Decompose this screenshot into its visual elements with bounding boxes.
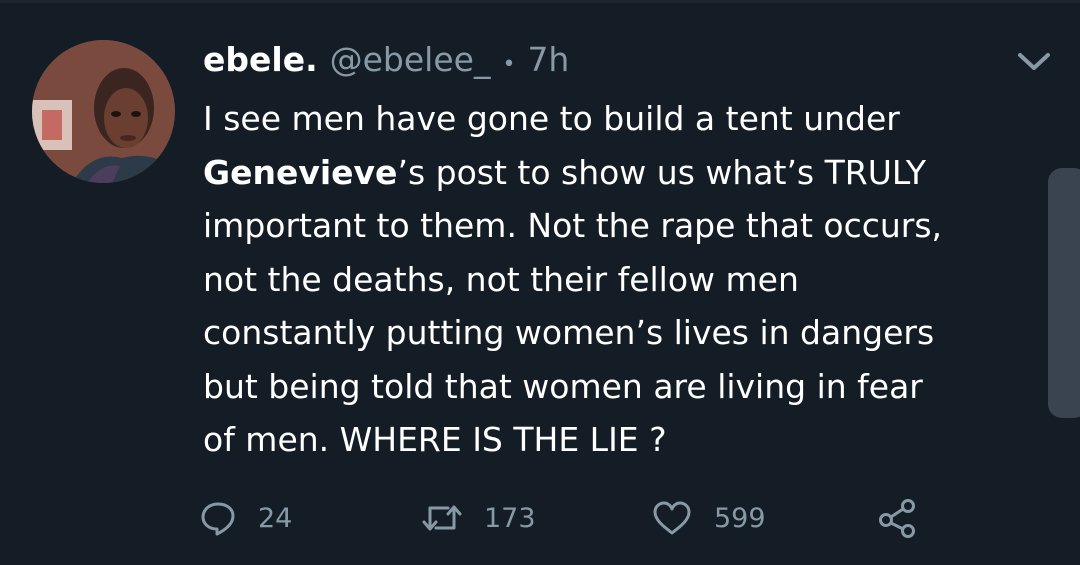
avatar[interactable] bbox=[32, 40, 175, 183]
tweet-text: I see men have gone to build a tent unde… bbox=[203, 92, 1033, 467]
tweet-text-line: but being told that women are living in … bbox=[203, 366, 923, 406]
like-count: 599 bbox=[714, 502, 766, 534]
mention-link[interactable]: Genevieve bbox=[203, 153, 397, 192]
tweet-text-line: of men. WHERE IS THE LIE ? bbox=[203, 420, 667, 459]
tweet-header: ebele. @ebelee_ • 7h bbox=[203, 40, 569, 84]
retweet-button[interactable]: 173 bbox=[422, 496, 536, 540]
tweet-text-line: I see men have gone to build a tent unde… bbox=[203, 99, 900, 138]
scrollbar[interactable] bbox=[1048, 168, 1080, 418]
tweet-text-line: Genevieve’s post to show us what’s TRULY bbox=[203, 152, 927, 192]
tweet-card[interactable]: ebele. @ebelee_ • 7h I see men have gone… bbox=[0, 0, 1080, 565]
tweet-actions: 24 173 599 bbox=[200, 496, 960, 540]
tweet-text-line: important to them. Not the rape that occ… bbox=[203, 206, 943, 245]
avatar-image bbox=[32, 40, 175, 183]
share-icon bbox=[879, 499, 915, 538]
retweet-count: 173 bbox=[484, 502, 536, 534]
heart-icon bbox=[653, 501, 691, 535]
retweet-icon bbox=[422, 505, 462, 531]
share-button[interactable] bbox=[878, 496, 920, 540]
reply-count: 24 bbox=[258, 502, 293, 534]
comment-icon bbox=[201, 502, 235, 536]
reply-button[interactable]: 24 bbox=[200, 496, 292, 540]
chevron-down-icon[interactable] bbox=[1016, 50, 1052, 74]
separator: • bbox=[502, 52, 516, 77]
like-button[interactable]: 599 bbox=[652, 496, 766, 540]
timestamp[interactable]: 7h bbox=[527, 40, 569, 79]
tweet-text-line: constantly putting women’s lives in dang… bbox=[203, 313, 935, 352]
divider bbox=[0, 0, 1080, 3]
author-handle[interactable]: @ebelee_ bbox=[330, 40, 491, 79]
author-name[interactable]: ebele. bbox=[203, 40, 318, 79]
tweet-text-line: not the deaths, not their fellow men bbox=[203, 259, 799, 299]
